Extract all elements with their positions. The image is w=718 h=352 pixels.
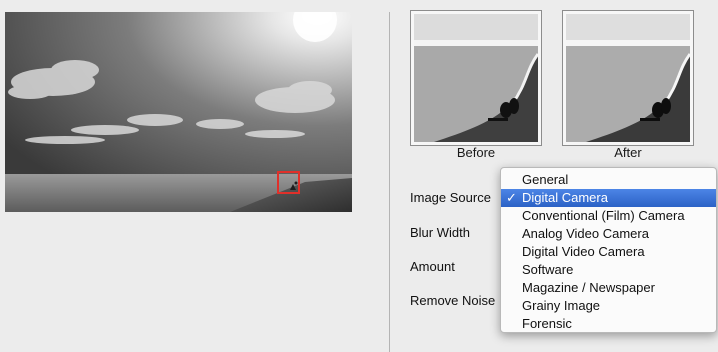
menu-item-digital-video-camera[interactable]: Digital Video Camera (501, 243, 716, 261)
remove-noise-label: Remove Noise (410, 293, 496, 308)
preview-selection-box[interactable] (277, 171, 300, 194)
menu-item-forensic[interactable]: Forensic (501, 315, 716, 333)
after-thumbnail-image (566, 14, 690, 142)
blur-width-label: Blur Width (410, 225, 470, 240)
menu-item-general[interactable]: General (501, 171, 716, 189)
image-source-dropdown-menu[interactable]: General ✓ Digital Camera Conventional (Fi… (500, 167, 717, 333)
menu-item-conventional-film-camera[interactable]: Conventional (Film) Camera (501, 207, 716, 225)
image-source-label: Image Source (410, 190, 491, 205)
before-label: Before (456, 145, 496, 160)
after-thumbnail (562, 10, 694, 146)
after-label: After (614, 145, 642, 160)
checkmark-icon: ✓ (506, 190, 517, 205)
menu-item-magazine-newspaper[interactable]: Magazine / Newspaper (501, 279, 716, 297)
menu-item-grainy-image[interactable]: Grainy Image (501, 297, 716, 315)
amount-label: Amount (410, 259, 455, 274)
before-thumbnail-image (414, 14, 538, 142)
before-thumbnail (410, 10, 542, 146)
menu-item-digital-camera[interactable]: ✓ Digital Camera (501, 189, 716, 207)
menu-item-software[interactable]: Software (501, 261, 716, 279)
menu-item-analog-video-camera[interactable]: Analog Video Camera (501, 225, 716, 243)
